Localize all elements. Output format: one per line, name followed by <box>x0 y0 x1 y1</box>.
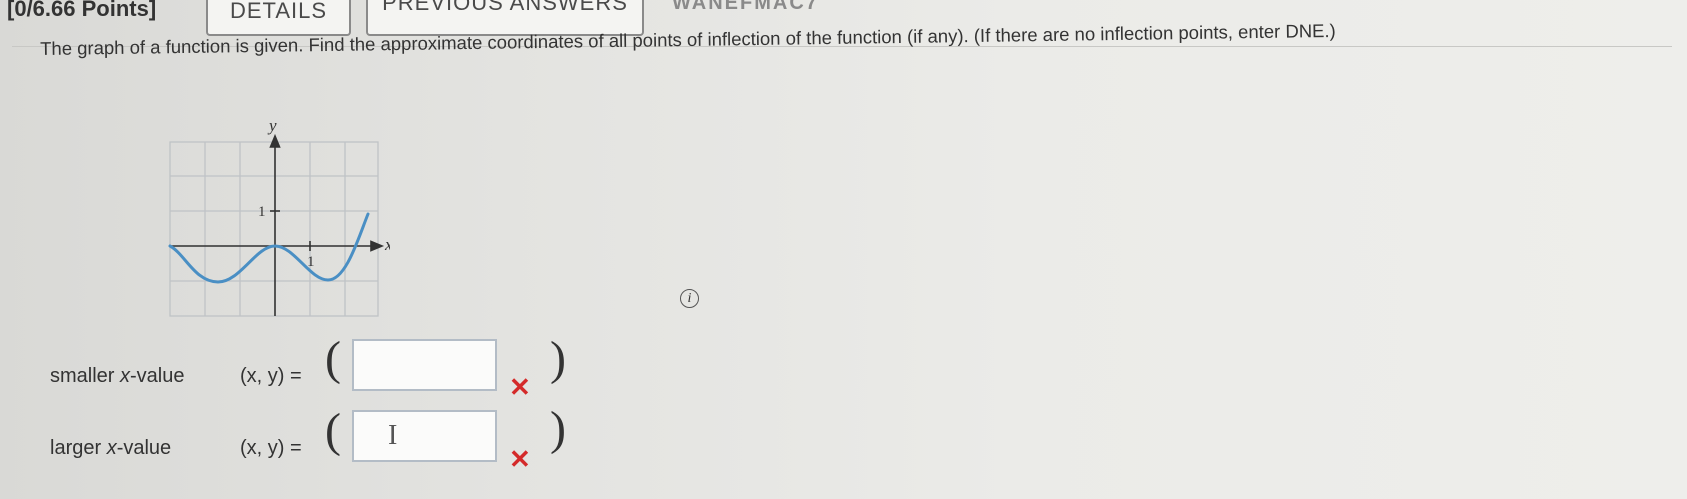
left-paren: ( <box>325 404 341 457</box>
answer-equation-larger: (x, y) = <box>240 437 302 459</box>
answer-row-label-smaller: smaller x-value <box>50 365 185 388</box>
text-cursor-icon: I <box>388 420 398 451</box>
smaller-x-answer-input[interactable] <box>352 339 497 391</box>
label-var: x <box>120 365 131 387</box>
graph-axes <box>170 133 385 316</box>
x-axis-label: x <box>384 235 390 254</box>
clipped-tab-label[interactable]: WANEFMAC7 <box>672 0 819 15</box>
right-paren: ) <box>550 402 566 455</box>
answer-equation-smaller: (x, y) = <box>240 365 302 387</box>
incorrect-icon: ✕ <box>509 444 531 474</box>
answer-row-label-larger: larger x-value <box>50 437 171 460</box>
larger-x-answer-input[interactable]: I <box>352 410 497 462</box>
label-suffix: -value <box>130 365 185 387</box>
info-icon[interactable]: i <box>680 289 699 308</box>
points-score: [0/6.66 Points] <box>7 0 157 21</box>
label-var: x <box>106 437 117 459</box>
graph-grid <box>169 141 379 317</box>
y-tick-label: 1 <box>258 204 266 220</box>
incorrect-icon: ✕ <box>509 372 531 402</box>
right-paren: ) <box>550 332 566 385</box>
function-curve <box>168 212 370 284</box>
label-prefix: larger <box>50 437 107 459</box>
left-paren: ( <box>325 332 341 385</box>
label-suffix: -value <box>116 437 172 459</box>
function-graph: y x 1 1 <box>168 116 390 317</box>
y-axis-label: y <box>267 116 277 135</box>
label-prefix: smaller <box>50 365 121 387</box>
details-button[interactable]: DETAILS <box>206 0 351 36</box>
